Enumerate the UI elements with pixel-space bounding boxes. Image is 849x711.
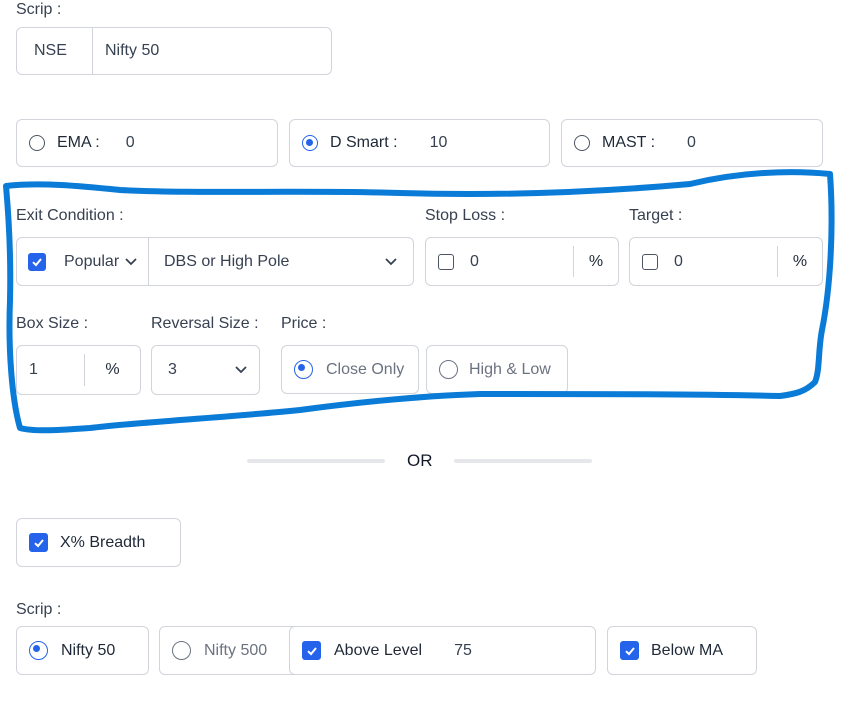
box-size-unit: % bbox=[105, 361, 120, 378]
breadth-checkbox[interactable] bbox=[29, 533, 48, 552]
indicator-ema[interactable]: EMA : 0 bbox=[16, 119, 278, 167]
above-level-checkbox[interactable] bbox=[302, 641, 321, 660]
or-text: OR bbox=[407, 451, 433, 470]
ema-label: EMA : bbox=[57, 134, 100, 151]
ema-value[interactable]: 0 bbox=[126, 134, 135, 152]
above-level-input[interactable]: 75 bbox=[454, 642, 472, 660]
stop-loss-box: 0 % bbox=[425, 237, 619, 286]
checkmark-icon bbox=[306, 646, 317, 655]
high-low-label: High & Low bbox=[469, 360, 551, 378]
box-size-box: 1 % bbox=[16, 345, 141, 395]
below-ma-toggle[interactable]: Below MA bbox=[607, 626, 757, 675]
symbol-value[interactable]: Nifty 50 bbox=[93, 42, 159, 60]
scrip-selector[interactable]: NSE Nifty 50 bbox=[16, 27, 332, 75]
chevron-down-icon bbox=[125, 257, 137, 265]
target-box: 0 % bbox=[629, 237, 823, 286]
below-ma-checkbox[interactable] bbox=[620, 641, 639, 660]
checkmark-icon bbox=[32, 257, 42, 266]
mast-value[interactable]: 0 bbox=[687, 134, 696, 152]
exit-type-value: Popular bbox=[64, 252, 120, 270]
breadth-label: X% Breadth bbox=[60, 533, 146, 551]
reversal-size-select[interactable]: 3 bbox=[151, 345, 260, 395]
breadth-toggle[interactable]: X% Breadth bbox=[16, 518, 181, 567]
exit-condition-select[interactable]: DBS or High Pole bbox=[149, 253, 413, 271]
below-ma-label: Below MA bbox=[651, 641, 724, 659]
reversal-size-value: 3 bbox=[168, 361, 177, 378]
checkmark-icon bbox=[33, 538, 44, 547]
target-label: Target : bbox=[629, 207, 683, 224]
radio-nifty50[interactable] bbox=[29, 641, 48, 660]
scrip-option-nifty50[interactable]: Nifty 50 bbox=[16, 626, 149, 675]
exit-condition-checkbox[interactable] bbox=[28, 252, 46, 271]
dsmart-value[interactable]: 10 bbox=[430, 134, 448, 152]
above-level-box: Above Level 75 bbox=[289, 626, 596, 675]
exchange-value[interactable]: NSE bbox=[17, 42, 92, 60]
exit-condition-box: Popular DBS or High Pole bbox=[16, 237, 414, 286]
stop-loss-unit: % bbox=[588, 252, 604, 270]
price-option-high-low[interactable]: High & Low bbox=[426, 345, 568, 394]
chevron-down-icon bbox=[235, 366, 247, 374]
indicator-dsmart[interactable]: D Smart : 10 bbox=[289, 119, 550, 167]
nifty500-label: Nifty 500 bbox=[204, 641, 268, 659]
checkmark-icon bbox=[624, 646, 635, 655]
exit-condition-value: DBS or High Pole bbox=[164, 252, 290, 270]
exit-condition-label: Exit Condition : bbox=[16, 207, 124, 224]
exit-type-select[interactable]: Popular bbox=[64, 253, 142, 271]
stop-loss-input[interactable]: 0 bbox=[470, 253, 573, 271]
or-divider-right bbox=[454, 459, 592, 463]
dsmart-label: D Smart : bbox=[330, 134, 398, 151]
or-divider-left bbox=[247, 459, 385, 463]
target-checkbox[interactable] bbox=[642, 253, 658, 270]
target-unit: % bbox=[792, 252, 808, 270]
scrip-bottom-label: Scrip : bbox=[16, 601, 62, 618]
box-size-label: Box Size : bbox=[16, 315, 89, 332]
radio-close-only[interactable] bbox=[294, 360, 313, 379]
close-only-label: Close Only bbox=[326, 360, 405, 378]
scrip-option-nifty500[interactable]: Nifty 500 bbox=[159, 626, 302, 675]
box-size-input[interactable]: 1 bbox=[17, 361, 84, 379]
radio-nifty500[interactable] bbox=[172, 641, 191, 660]
price-option-close-only[interactable]: Close Only bbox=[281, 345, 419, 394]
indicator-mast[interactable]: MAST : 0 bbox=[561, 119, 823, 167]
target-input[interactable]: 0 bbox=[674, 253, 777, 271]
above-level-label: Above Level bbox=[334, 641, 423, 659]
radio-dsmart[interactable] bbox=[302, 135, 318, 151]
price-label: Price : bbox=[281, 315, 327, 332]
radio-ema[interactable] bbox=[29, 135, 45, 151]
reversal-size-label: Reversal Size : bbox=[151, 315, 259, 332]
stop-loss-checkbox[interactable] bbox=[438, 253, 454, 270]
scrip-label: Scrip : bbox=[16, 1, 62, 18]
mast-label: MAST : bbox=[602, 134, 656, 151]
nifty50-label: Nifty 50 bbox=[61, 641, 116, 659]
radio-high-low[interactable] bbox=[439, 360, 458, 379]
chevron-down-icon bbox=[385, 257, 397, 265]
radio-mast[interactable] bbox=[574, 135, 590, 151]
stop-loss-label: Stop Loss : bbox=[425, 207, 506, 224]
